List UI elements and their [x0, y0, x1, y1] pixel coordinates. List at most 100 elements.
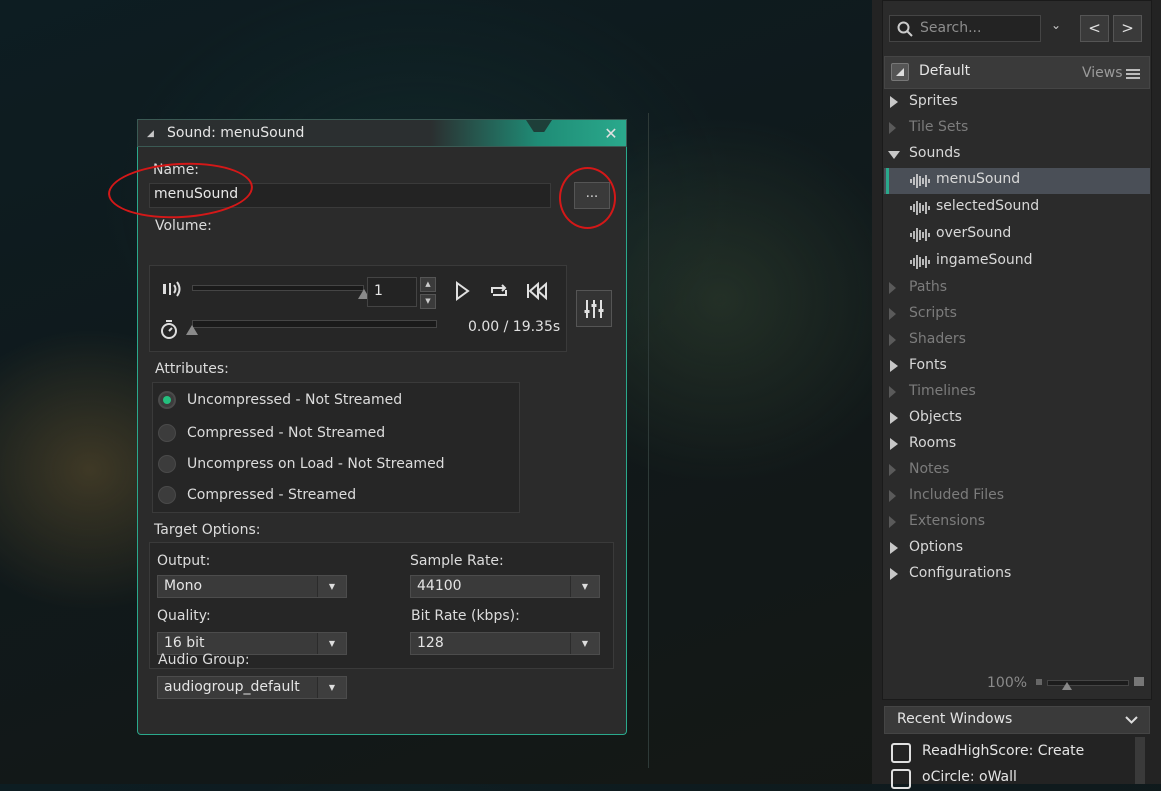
forward-button[interactable]: >	[1113, 15, 1142, 42]
zoom-out-icon[interactable]	[1036, 679, 1042, 685]
tree-folder-included-files[interactable]: Included Files	[884, 484, 1150, 510]
tree-folder-notes[interactable]: Notes	[884, 458, 1150, 484]
tree-folder-sounds[interactable]: Sounds	[884, 142, 1150, 168]
tree-folder-rooms[interactable]: Rooms	[884, 432, 1150, 458]
tree-folder-fonts[interactable]: Fonts	[884, 354, 1150, 380]
zoom-in-icon[interactable]	[1134, 677, 1144, 686]
views-label[interactable]: Views	[1082, 65, 1123, 81]
time-readout: 0.00 / 19.35s	[468, 319, 561, 335]
play-icon[interactable]	[449, 278, 475, 304]
radio-icon[interactable]	[158, 455, 176, 473]
output-select[interactable]: Mono ▼	[157, 575, 347, 598]
expand-icon[interactable]	[889, 334, 897, 346]
expand-icon[interactable]	[890, 412, 898, 424]
chevron-down-icon[interactable]: ⌄	[1051, 18, 1061, 32]
tree-folder-extensions[interactable]: Extensions	[884, 510, 1150, 536]
quality-label: Quality:	[157, 608, 211, 624]
attribute-option[interactable]: Uncompressed - Not Streamed	[158, 388, 402, 412]
mixer-icon	[584, 299, 604, 318]
recent-windows-header[interactable]: Recent Windows	[884, 706, 1150, 734]
default-group-bar[interactable]: Default Views	[884, 56, 1150, 89]
expand-icon[interactable]	[890, 438, 898, 450]
zoom-slider[interactable]	[1047, 680, 1129, 686]
recent-window-item[interactable]: ReadHighScore: Create	[884, 739, 1134, 765]
window-titlebar[interactable]: ◢ Sound: menuSound ✕	[137, 119, 627, 147]
chevron-down-icon[interactable]: ▼	[570, 633, 599, 654]
playback-slider[interactable]	[192, 320, 437, 328]
search-input[interactable]: Search...	[889, 15, 1041, 42]
attribute-option[interactable]: Uncompress on Load - Not Streamed	[158, 452, 445, 476]
tree-folder-tile-sets[interactable]: Tile Sets	[884, 116, 1150, 142]
tree-folder-sprites[interactable]: Sprites	[884, 90, 1150, 116]
mixer-button[interactable]	[576, 290, 612, 327]
playback-panel: 1 ▲ ▼ 0.00 / 19.35s	[149, 265, 567, 352]
annotation-circle-browse	[559, 167, 616, 229]
waveform-icon	[910, 201, 930, 215]
waveform-icon	[910, 174, 930, 188]
tree-item-selectedsound[interactable]: selectedSound	[884, 195, 1150, 221]
bit-rate-label: Bit Rate (kbps):	[411, 608, 520, 624]
tree-folder-scripts[interactable]: Scripts	[884, 302, 1150, 328]
search-icon	[897, 21, 913, 37]
chevron-down-icon[interactable]: ▼	[317, 633, 346, 654]
bit-rate-select[interactable]: 128 ▼	[410, 632, 600, 655]
attributes-label: Attributes:	[155, 361, 229, 377]
back-button[interactable]: <	[1080, 15, 1109, 42]
chevron-down-icon[interactable]: ▼	[317, 677, 346, 698]
recent-windows-scrollbar[interactable]	[1135, 737, 1145, 784]
expand-icon[interactable]	[889, 308, 897, 320]
collapse-icon[interactable]: ◢	[147, 129, 154, 139]
radio-icon[interactable]	[158, 486, 176, 504]
expand-icon[interactable]	[890, 568, 898, 580]
expand-icon[interactable]	[890, 360, 898, 372]
playback-slider-thumb[interactable]	[186, 325, 198, 335]
sample-rate-label: Sample Rate:	[410, 553, 504, 569]
volume-input[interactable]: 1	[367, 277, 417, 307]
tree-folder-shaders[interactable]: Shaders	[884, 328, 1150, 354]
expand-icon[interactable]	[889, 490, 897, 502]
volume-slider[interactable]	[192, 285, 364, 291]
expand-icon[interactable]	[889, 464, 897, 476]
default-label: Default	[919, 63, 971, 79]
chevron-down-icon[interactable]: ▼	[570, 576, 599, 597]
titlebar-notch	[526, 120, 552, 132]
increment-icon[interactable]: ▲	[420, 277, 436, 292]
tree-item-menusound[interactable]: menuSound	[884, 168, 1150, 194]
volume-stepper[interactable]: ▲ ▼	[420, 277, 436, 309]
audio-group-select[interactable]: audiogroup_default ▼	[157, 676, 347, 699]
recent-window-item[interactable]: oCircle: oWall	[884, 765, 1134, 791]
expand-icon[interactable]	[890, 96, 898, 108]
expand-icon[interactable]	[889, 282, 897, 294]
tree-folder-paths[interactable]: Paths	[884, 276, 1150, 302]
zoom-level: 100%	[987, 675, 1028, 691]
attribute-option[interactable]: Compressed - Not Streamed	[158, 421, 385, 445]
audio-group-label: Audio Group:	[158, 652, 250, 668]
hamburger-icon[interactable]	[1126, 68, 1140, 80]
tree-folder-configurations[interactable]: Configurations	[884, 562, 1150, 588]
expand-icon[interactable]	[889, 516, 897, 528]
event-icon	[891, 743, 911, 763]
expand-icon[interactable]	[890, 542, 898, 554]
volume-label: Volume:	[155, 218, 212, 234]
loop-icon[interactable]	[486, 278, 512, 304]
zoom-slider-thumb[interactable]	[1062, 682, 1072, 690]
sample-rate-select[interactable]: 44100 ▼	[410, 575, 600, 598]
chevron-down-icon[interactable]: ▼	[317, 576, 346, 597]
chevron-down-icon[interactable]	[1125, 716, 1138, 724]
radio-icon[interactable]	[158, 424, 176, 442]
group-icon	[891, 63, 909, 81]
expand-icon[interactable]	[889, 122, 897, 134]
tree-item-ingamesound[interactable]: ingameSound	[884, 249, 1150, 275]
radio-selected-icon[interactable]	[158, 391, 176, 409]
tree-folder-options[interactable]: Options	[884, 536, 1150, 562]
tree-item-oversound[interactable]: overSound	[884, 222, 1150, 248]
rewind-icon[interactable]	[524, 278, 550, 304]
decrement-icon[interactable]: ▼	[420, 294, 436, 309]
attribute-option[interactable]: Compressed - Streamed	[158, 483, 356, 507]
tree-folder-objects[interactable]: Objects	[884, 406, 1150, 432]
tree-folder-timelines[interactable]: Timelines	[884, 380, 1150, 406]
close-icon[interactable]: ✕	[599, 122, 623, 146]
collapse-icon[interactable]	[888, 151, 900, 159]
expand-icon[interactable]	[889, 386, 897, 398]
window-body: Name: menuSound ... Volume: 1 ▲ ▼ 0.00 /…	[137, 147, 627, 735]
